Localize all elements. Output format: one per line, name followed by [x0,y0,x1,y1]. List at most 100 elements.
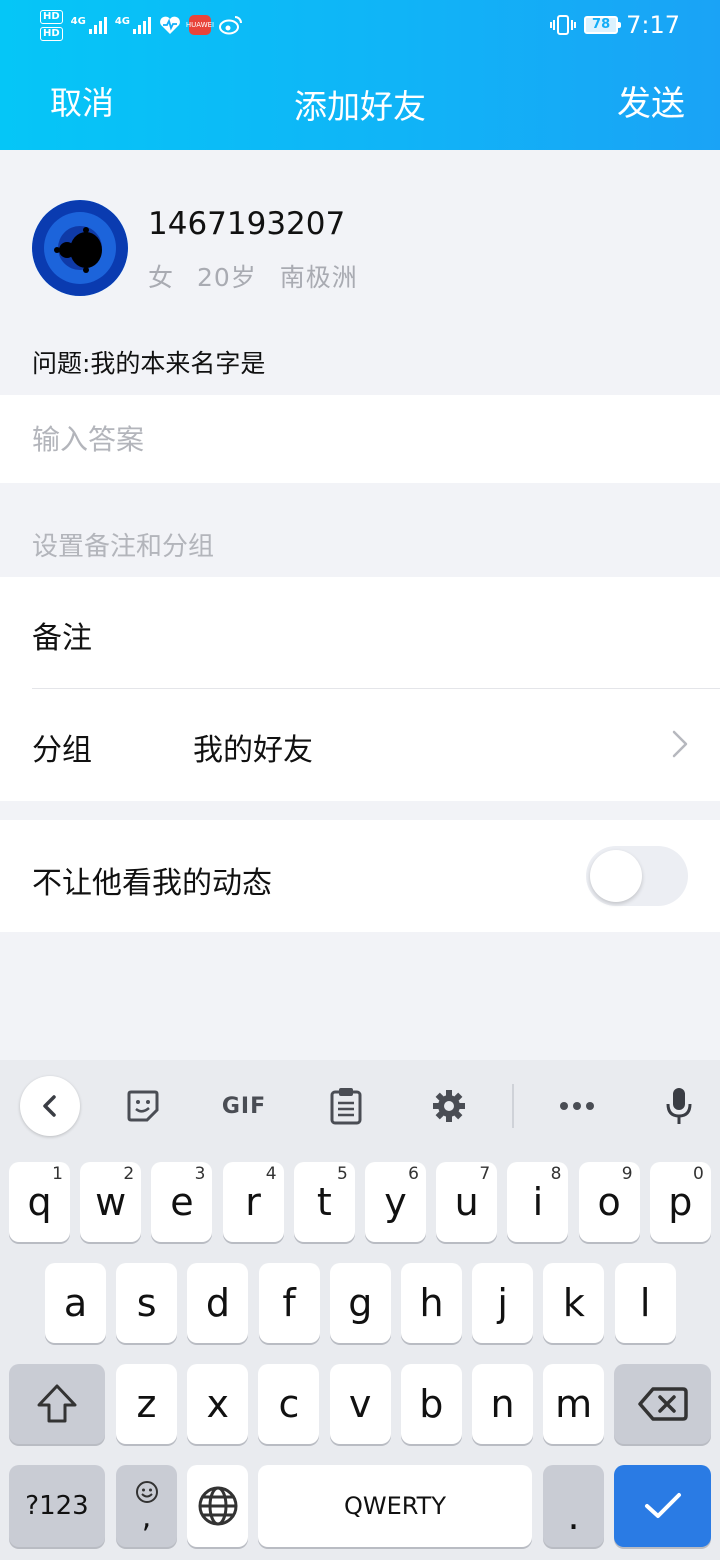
key-number-hint: 4 [265,1164,277,1184]
emoji-comma-key[interactable]: , [116,1465,177,1547]
keyboard-back-button[interactable] [20,1076,80,1136]
key-g[interactable]: g [329,1263,391,1343]
more-button[interactable] [547,1076,607,1136]
page-title: 添加好友 [294,87,426,126]
settings-button[interactable] [419,1076,479,1136]
key-label: o [597,1180,621,1224]
gif-label: GIF [221,1093,267,1119]
clipboard-icon [330,1088,362,1125]
key-number-hint: 8 [550,1164,562,1184]
key-label: n [490,1382,515,1426]
key-n[interactable]: n [472,1364,533,1444]
hd-indicator: HD HD [40,9,63,41]
key-e[interactable]: e3 [151,1162,213,1242]
symbols-key-label: ?123 [25,1491,89,1521]
status-left-icons: HD HD 4G 4G HUAWEI [40,8,243,42]
huawei-store-icon: HUAWEI [186,15,214,35]
key-p[interactable]: p0 [649,1162,711,1242]
hide-moments-toggle[interactable] [586,846,688,906]
section-label: 设置备注和分组 [32,532,215,562]
key-label: z [136,1382,157,1426]
period-key[interactable]: . [543,1465,604,1547]
soft-keyboard: GIF q1w2e3r4t5y6u7i8o9p0asdfghjklzxcvbnm… [0,1060,720,1560]
key-d[interactable]: d [187,1263,249,1343]
key-m[interactable]: m [543,1364,605,1444]
key-label: v [348,1382,372,1426]
key-v[interactable]: v [329,1364,391,1444]
key-label: b [419,1382,444,1426]
gif-button[interactable]: GIF [214,1076,274,1136]
signal-icon-1: 4G [71,16,107,34]
battery-icon: 78 [584,16,622,34]
key-label: f [282,1281,296,1325]
key-w[interactable]: w2 [80,1162,142,1242]
space-bar[interactable]: QWERTY [258,1465,532,1547]
key-label: i [532,1180,544,1224]
key-r[interactable]: r4 [222,1162,284,1242]
key-number-hint: 9 [621,1164,633,1184]
hd-badge-1: HD [40,9,63,24]
key-o[interactable]: o9 [578,1162,640,1242]
answer-row [0,395,720,483]
key-i[interactable]: i8 [507,1162,569,1242]
key-f[interactable]: f [258,1263,320,1343]
sticker-icon [127,1090,159,1122]
symbols-key[interactable]: ?123 [9,1465,105,1547]
voice-input-button[interactable] [649,1076,709,1136]
backspace-key[interactable] [614,1364,711,1444]
status-bar: HD HD 4G 4G HUAWEI 78 7:17 [0,0,720,50]
answer-input[interactable] [32,413,682,465]
language-key[interactable] [187,1465,248,1547]
key-y[interactable]: y6 [365,1162,426,1242]
key-label: j [497,1281,508,1325]
group-row[interactable]: 分组 我的好友 [0,689,720,801]
key-s[interactable]: s [116,1263,178,1343]
key-q[interactable]: q1 [9,1162,70,1242]
signal-icon-2: 4G [115,16,152,34]
user-meta: 女 20岁 南极洲 [148,258,372,294]
key-z[interactable]: z [116,1364,177,1444]
globe-icon [198,1486,237,1526]
key-label: c [278,1382,300,1426]
key-label: r [245,1180,261,1224]
key-l[interactable]: l [614,1263,676,1343]
hide-moments-row: 不让他看我的动态 [0,820,720,932]
key-label: a [63,1281,88,1325]
key-label: s [136,1281,157,1325]
hd-badge-2: HD [40,26,63,41]
fractal-avatar-image [32,200,128,296]
settings-card: 备注 分组 我的好友 [0,577,720,801]
key-k[interactable]: k [543,1263,605,1343]
remark-row[interactable]: 备注 [0,577,720,689]
clipboard-button[interactable] [316,1076,376,1136]
chevron-right-icon [672,730,688,758]
key-u[interactable]: u7 [436,1162,498,1242]
health-heart-icon [159,15,181,35]
send-button[interactable]: 发送 [617,76,685,125]
shift-key[interactable] [9,1364,105,1444]
key-label: p [668,1180,693,1224]
key-h[interactable]: h [401,1263,462,1343]
profile-section: 1467193207 女 20岁 南极洲 问题:我的本来名字是 [0,150,720,395]
verification-question: 问题:我的本来名字是 [32,349,266,378]
key-j[interactable]: j [472,1263,534,1343]
key-a[interactable]: a [45,1263,106,1343]
mic-icon [666,1088,692,1124]
avatar[interactable] [32,200,128,296]
toolbar-divider [512,1084,514,1128]
enter-key[interactable] [614,1465,711,1547]
toggle-knob [590,850,642,902]
key-number-hint: 3 [194,1164,206,1184]
key-number-hint: 2 [123,1164,135,1184]
sticker-button[interactable] [113,1076,173,1136]
key-number-hint: 1 [52,1164,63,1184]
hide-moments-label: 不让他看我的动态 [32,866,272,901]
key-number-hint: 5 [336,1164,348,1184]
key-c[interactable]: c [258,1364,320,1444]
key-label: t [316,1180,332,1224]
group-value: 我的好友 [193,733,313,768]
user-age: 20岁 [196,263,257,292]
key-b[interactable]: b [400,1364,462,1444]
key-x[interactable]: x [187,1364,249,1444]
key-t[interactable]: t5 [293,1162,355,1242]
